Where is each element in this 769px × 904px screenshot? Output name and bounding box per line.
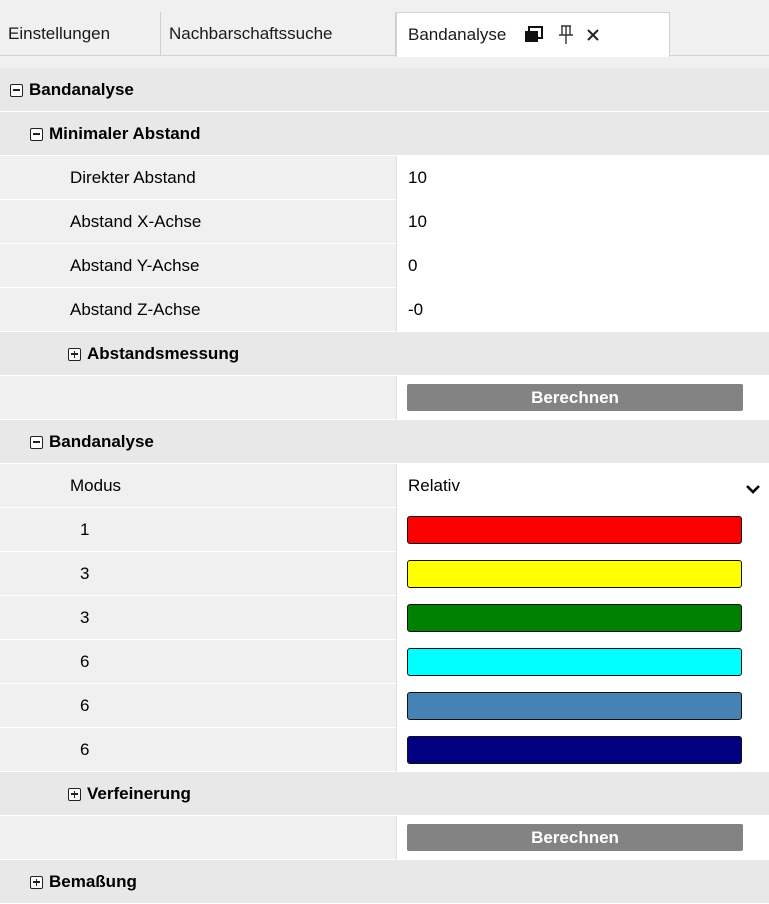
berechnen-button[interactable]: Berechnen bbox=[407, 384, 743, 411]
property-label: Abstand Y-Achse bbox=[70, 256, 200, 275]
band-label: 6 bbox=[80, 740, 90, 759]
category-verfeinerung[interactable]: Verfeinerung bbox=[0, 772, 769, 816]
tab-nachbarschaftssuche[interactable]: Nachbarschaftssuche bbox=[161, 12, 396, 56]
category-abstandsmessung[interactable]: Abstandsmessung bbox=[0, 332, 769, 376]
color-swatch[interactable] bbox=[407, 736, 742, 764]
tab-einstellungen[interactable]: Einstellungen bbox=[0, 12, 161, 56]
category-bandanalyse-root[interactable]: Bandanalyse bbox=[0, 68, 769, 112]
band-row: 3 bbox=[0, 596, 769, 640]
band-label: 3 bbox=[80, 564, 90, 583]
tab-label: Nachbarschaftssuche bbox=[169, 24, 333, 43]
band-row: 6 bbox=[0, 728, 769, 772]
property-row-abstand-x: Abstand X-Achse 10 bbox=[0, 200, 769, 244]
tab-label: Bandanalyse bbox=[408, 25, 507, 44]
property-row-direkter-abstand: Direkter Abstand 10 bbox=[0, 156, 769, 200]
category-label: Minimaler Abstand bbox=[49, 124, 201, 143]
collapse-icon[interactable] bbox=[30, 127, 43, 141]
close-icon[interactable] bbox=[586, 28, 600, 42]
category-label: Abstandsmessung bbox=[87, 344, 240, 363]
category-label: Verfeinerung bbox=[87, 784, 191, 803]
float-window-icon[interactable] bbox=[524, 26, 544, 44]
category-label: Bandanalyse bbox=[49, 432, 154, 451]
category-minimaler-abstand[interactable]: Minimaler Abstand bbox=[0, 112, 769, 156]
property-label: Abstand X-Achse bbox=[70, 212, 202, 231]
expand-icon[interactable] bbox=[68, 347, 81, 361]
tab-bar: Einstellungen Nachbarschaftssuche Bandan… bbox=[0, 0, 769, 57]
tab-bandanalyse[interactable]: Bandanalyse bbox=[396, 12, 670, 57]
modus-select[interactable]: Relativ bbox=[396, 464, 769, 508]
category-bandanalyse[interactable]: Bandanalyse bbox=[0, 420, 769, 464]
band-label: 1 bbox=[80, 520, 90, 539]
color-swatch[interactable] bbox=[407, 516, 742, 544]
band-row: 1 bbox=[0, 508, 769, 552]
tab-label: Einstellungen bbox=[8, 24, 111, 43]
property-row-abstand-z: Abstand Z-Achse -0 bbox=[0, 288, 769, 332]
property-label: Direkter Abstand bbox=[70, 168, 196, 187]
expand-icon[interactable] bbox=[68, 787, 81, 801]
berechnen-button[interactable]: Berechnen bbox=[407, 824, 743, 851]
button-row: Berechnen bbox=[0, 376, 769, 420]
modus-selected-value: Relativ bbox=[408, 476, 460, 495]
color-swatch[interactable] bbox=[407, 560, 742, 588]
collapse-icon[interactable] bbox=[10, 83, 23, 97]
button-row: Berechnen bbox=[0, 816, 769, 860]
band-row: 3 bbox=[0, 552, 769, 596]
property-row-abstand-y: Abstand Y-Achse 0 bbox=[0, 244, 769, 288]
collapse-icon[interactable] bbox=[30, 435, 43, 449]
property-label: Abstand Z-Achse bbox=[70, 300, 201, 319]
color-swatch[interactable] bbox=[407, 604, 742, 632]
band-label: 6 bbox=[80, 696, 90, 715]
pin-icon[interactable] bbox=[558, 25, 574, 45]
property-value-field[interactable]: -0 bbox=[396, 288, 769, 332]
band-row: 6 bbox=[0, 640, 769, 684]
band-row: 6 bbox=[0, 684, 769, 728]
property-row-modus: Modus Relativ bbox=[0, 464, 769, 508]
category-label: Bemaßung bbox=[49, 872, 137, 891]
band-label: 6 bbox=[80, 652, 90, 671]
property-value-field[interactable]: 0 bbox=[396, 244, 769, 288]
property-label: Modus bbox=[70, 476, 122, 495]
property-value-field[interactable]: 10 bbox=[396, 200, 769, 244]
expand-icon[interactable] bbox=[30, 875, 43, 889]
category-label: Bandanalyse bbox=[29, 80, 134, 99]
category-bemassung[interactable]: Bemaßung bbox=[0, 860, 769, 904]
chevron-down-icon[interactable] bbox=[745, 480, 761, 500]
color-swatch[interactable] bbox=[407, 648, 742, 676]
property-value-field[interactable]: 10 bbox=[396, 156, 769, 200]
color-swatch[interactable] bbox=[407, 692, 742, 720]
band-label: 3 bbox=[80, 608, 90, 627]
